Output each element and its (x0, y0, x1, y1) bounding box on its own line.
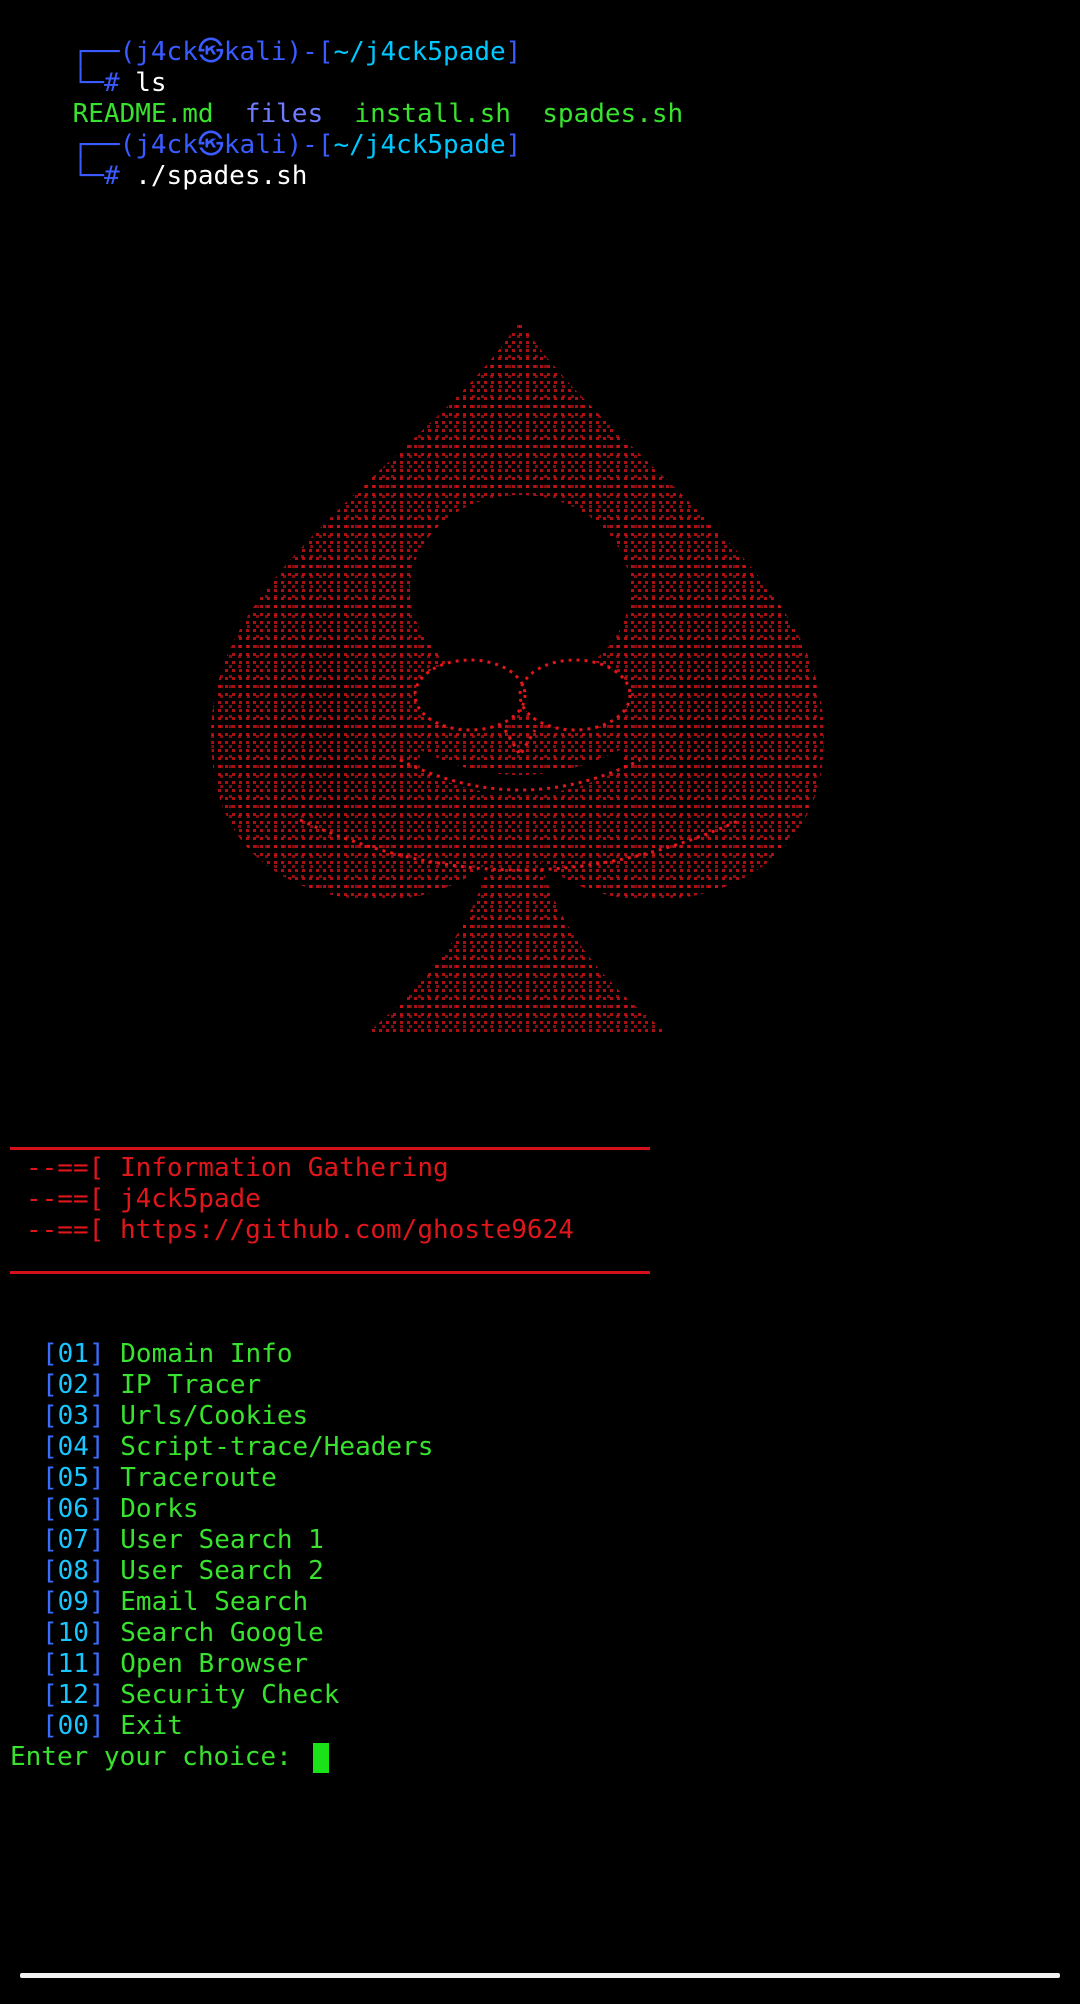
banner-divider-top (10, 1147, 650, 1150)
menu-item[interactable]: [02] IP Tracer (42, 1370, 261, 1401)
banner-title: Information Gathering (119, 1153, 449, 1183)
menu-item[interactable]: [01] Domain Info (42, 1339, 292, 1370)
banner-url: https://github.com/ghoste9624 (119, 1215, 574, 1245)
banner-divider-bottom (10, 1271, 650, 1274)
menu-item[interactable]: [04] Script-trace/Headers (42, 1432, 433, 1463)
menu-item[interactable]: [12] Security Check (42, 1680, 339, 1711)
menu-item[interactable]: [03] Urls/Cookies (42, 1401, 308, 1432)
menu-item[interactable]: [05] Traceroute (42, 1463, 277, 1494)
menu-item[interactable]: [07] User Search 1 (42, 1525, 324, 1556)
file-spades: spades.sh (542, 99, 684, 129)
text-cursor[interactable] (313, 1742, 330, 1773)
choice-prompt-label: Enter your choice: (10, 1742, 308, 1772)
command-spades: ./spades.sh (135, 161, 308, 191)
banner-line-1: --==[ Information Gathering (26, 1153, 449, 1183)
prompt-line-1: ┌──(j4ck㉿kali)-[~/j4ck5pade] (72, 37, 522, 67)
command-line-1: └─# ls (72, 68, 167, 98)
prompt-path: ~/j4ck5pade (333, 37, 506, 67)
command-line-2: └─# ./spades.sh (72, 161, 308, 191)
menu-item[interactable]: [10] Search Google (42, 1618, 324, 1649)
menu-item[interactable]: [08] User Search 2 (42, 1556, 324, 1587)
banner-author: j4ck5pade (119, 1184, 261, 1214)
menu-item[interactable]: [11] Open Browser (42, 1649, 308, 1680)
home-indicator-bar[interactable] (20, 1973, 1060, 1978)
choice-input-line[interactable]: Enter your choice: (10, 1742, 330, 1773)
banner-line-2: --==[ j4ck5pade (26, 1184, 261, 1214)
ls-output: README.md files install.sh spades.sh (10, 68, 684, 129)
menu-item[interactable]: [06] Dorks (42, 1494, 199, 1525)
menu-item-exit[interactable]: [00] Exit (42, 1711, 183, 1742)
prompt-host: kali (223, 37, 287, 67)
spade-ascii-art (0, 300, 1080, 1080)
prompt-line-2: ┌──(j4ck㉿kali)-[~/j4ck5pade] (72, 130, 522, 160)
menu-item[interactable]: [09] Email Search (42, 1587, 308, 1618)
banner-line-3: --==[ https://github.com/ghoste9624 (26, 1215, 574, 1245)
